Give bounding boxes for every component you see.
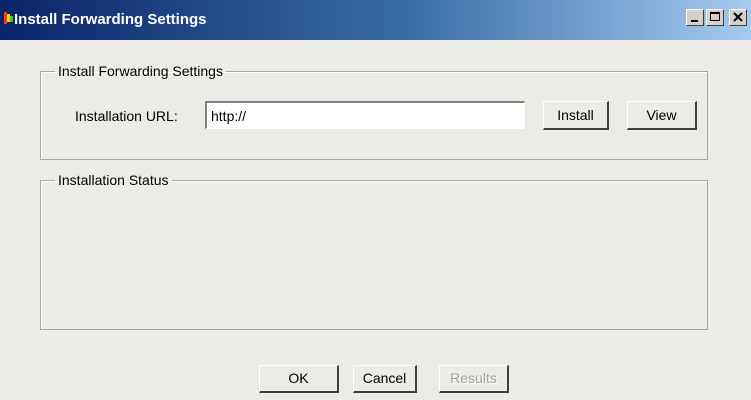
ok-button[interactable]: OK	[259, 365, 339, 393]
window-title: Install Forwarding Settings	[14, 11, 207, 28]
maximize-icon	[710, 12, 720, 21]
minimize-button[interactable]	[686, 9, 704, 26]
cancel-button[interactable]: Cancel	[353, 365, 417, 393]
maximize-button[interactable]	[706, 9, 724, 26]
title-bar[interactable]: Install Forwarding Settings	[0, 0, 751, 40]
settings-group-legend: Install Forwarding Settings	[58, 63, 223, 79]
app-icon	[4, 11, 14, 25]
installation-url-label: Installation URL:	[75, 108, 178, 124]
install-forwarding-window: Install Forwarding Settings Install Forw…	[0, 0, 751, 400]
close-icon	[733, 12, 743, 22]
status-group-legend: Installation Status	[58, 172, 169, 188]
close-button[interactable]	[729, 9, 747, 26]
view-button[interactable]: View	[627, 101, 697, 130]
installation-url-input[interactable]	[205, 101, 525, 129]
install-button[interactable]: Install	[543, 101, 609, 130]
installation-status-group: Installation Status	[40, 172, 708, 330]
minimize-icon	[691, 20, 698, 22]
results-button[interactable]: Results	[439, 365, 509, 393]
